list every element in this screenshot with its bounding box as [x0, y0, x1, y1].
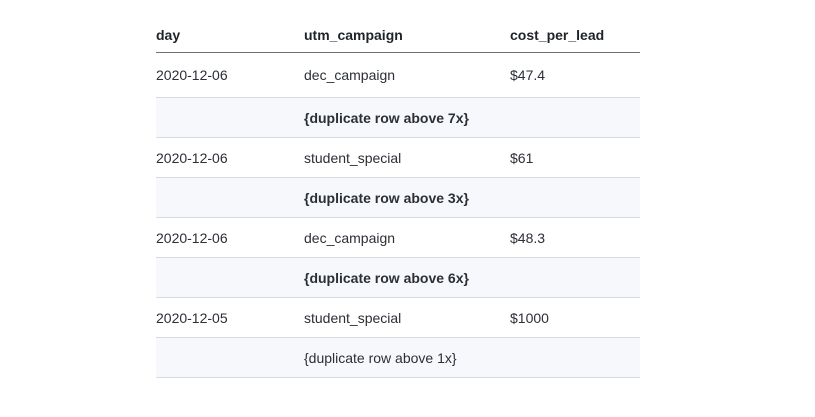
cell-cost-per-lead: $1000 — [510, 297, 640, 338]
cell-empty — [156, 257, 304, 298]
duplicate-row: {duplicate row above 7x} — [156, 97, 640, 138]
cell-empty — [156, 337, 304, 378]
cell-day: 2020-12-06 — [156, 217, 304, 258]
duplicate-note: {duplicate row above 3x} — [304, 177, 640, 218]
duplicate-note: {duplicate row above 1x} — [304, 337, 640, 378]
duplicate-row: {duplicate row above 3x} — [156, 177, 640, 218]
cell-empty — [156, 97, 304, 138]
cell-utm-campaign: dec_campaign — [304, 217, 510, 258]
results-table: day utm_campaign cost_per_lead 2020-12-0… — [156, 18, 640, 378]
cell-utm-campaign: student_special — [304, 137, 510, 178]
table-header: day utm_campaign cost_per_lead — [156, 18, 640, 53]
cell-day: 2020-12-05 — [156, 297, 304, 338]
cell-utm-campaign: dec_campaign — [304, 52, 510, 98]
duplicate-note: {duplicate row above 7x} — [304, 97, 640, 138]
table-row: 2020-12-05 student_special $1000 — [156, 297, 640, 338]
header-utm-campaign: utm_campaign — [304, 18, 510, 53]
cell-day: 2020-12-06 — [156, 137, 304, 178]
cell-utm-campaign: student_special — [304, 297, 510, 338]
cell-day: 2020-12-06 — [156, 52, 304, 98]
table-row: 2020-12-06 student_special $61 — [156, 137, 640, 178]
cell-empty — [156, 177, 304, 218]
duplicate-row: {duplicate row above 1x} — [156, 337, 640, 378]
results-table-container: day utm_campaign cost_per_lead 2020-12-0… — [156, 18, 640, 378]
table-body: 2020-12-06 dec_campaign $47.4 {duplicate… — [156, 52, 640, 378]
table-row: 2020-12-06 dec_campaign $47.4 — [156, 52, 640, 98]
table-row: 2020-12-06 dec_campaign $48.3 — [156, 217, 640, 258]
cell-cost-per-lead: $61 — [510, 137, 640, 178]
cell-cost-per-lead: $47.4 — [510, 52, 640, 98]
header-cost-per-lead: cost_per_lead — [510, 18, 640, 53]
duplicate-note: {duplicate row above 6x} — [304, 257, 640, 298]
header-row: day utm_campaign cost_per_lead — [156, 18, 640, 53]
cell-cost-per-lead: $48.3 — [510, 217, 640, 258]
duplicate-row: {duplicate row above 6x} — [156, 257, 640, 298]
header-day: day — [156, 18, 304, 53]
